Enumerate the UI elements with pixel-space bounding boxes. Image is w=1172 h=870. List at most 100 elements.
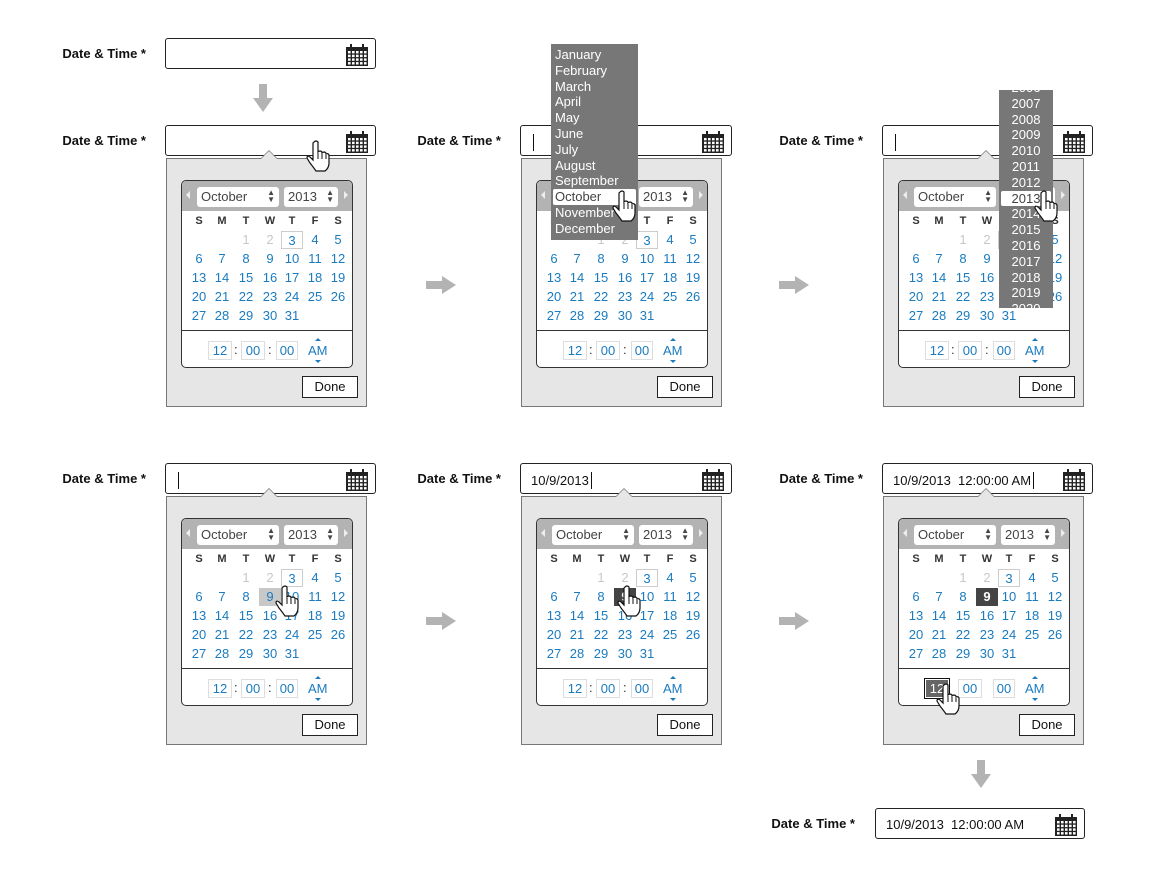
calendar-day[interactable]: 26 [682,288,704,306]
calendar-day[interactable]: 23 [259,288,281,306]
ampm-toggle[interactable]: AM [663,676,683,701]
date-time-input[interactable] [165,38,376,69]
calendar-day[interactable]: 27 [543,307,565,325]
calendar-day[interactable]: 4 [1021,569,1043,587]
calendar-day[interactable]: 18 [1021,607,1043,625]
year-option[interactable]: 2008 [999,112,1053,128]
prev-month-arrow[interactable] [186,529,190,537]
calendar-day[interactable]: 30 [614,645,636,663]
calendar-day[interactable]: 28 [566,645,588,663]
calendar-day[interactable]: 18 [304,269,326,287]
calendar-day[interactable]: 31 [998,645,1020,663]
year-option[interactable]: 2017 [999,254,1053,270]
month-option[interactable]: January [551,47,638,63]
calendar-day[interactable]: 8 [590,250,612,268]
calendar-day[interactable]: 5 [327,231,349,249]
calendar-icon[interactable] [1062,468,1086,497]
calendar-day[interactable]: 16 [614,269,636,287]
calendar-day[interactable]: 9 [976,588,998,606]
calendar-day[interactable]: 24 [281,288,303,306]
ampm-toggle[interactable]: AM [1025,676,1045,701]
year-option[interactable]: 2012 [999,175,1053,191]
calendar-day[interactable]: 14 [566,607,588,625]
calendar-day[interactable]: 8 [952,250,974,268]
calendar-day[interactable]: 30 [259,645,281,663]
calendar-day[interactable]: 20 [905,288,927,306]
calendar-day[interactable]: 19 [327,269,349,287]
calendar-day[interactable]: 28 [211,645,233,663]
prev-month-arrow[interactable] [541,191,545,199]
calendar-day[interactable]: 22 [590,626,612,644]
calendar-icon[interactable] [701,130,725,159]
calendar-day[interactable]: 12 [682,588,704,606]
prev-month-arrow[interactable] [903,191,907,199]
year-option[interactable]: 2010 [999,143,1053,159]
calendar-day[interactable]: 28 [928,307,950,325]
calendar-day[interactable]: 7 [211,588,233,606]
calendar-day[interactable]: 21 [928,626,950,644]
calendar-day[interactable]: 15 [952,607,974,625]
next-month-arrow[interactable] [1061,191,1065,199]
calendar-day[interactable]: 28 [566,307,588,325]
next-month-arrow[interactable] [1061,529,1065,537]
minute-input[interactable]: 00 [596,679,620,698]
calendar-day[interactable]: 15 [590,607,612,625]
year-option[interactable]: 2018 [999,270,1053,286]
year-select[interactable]: 2013 ▲▼ [639,187,693,207]
calendar-day[interactable]: 23 [976,288,998,306]
calendar-day[interactable]: 24 [998,626,1020,644]
calendar-day[interactable]: 12 [1044,588,1066,606]
calendar-day[interactable]: 15 [952,269,974,287]
month-option[interactable]: February [551,63,638,79]
hour-input[interactable]: 12 [208,341,232,360]
calendar-day[interactable]: 15 [590,269,612,287]
calendar-day[interactable]: 27 [905,645,927,663]
calendar-day[interactable]: 5 [1044,569,1066,587]
calendar-day[interactable]: 4 [659,569,681,587]
month-option[interactable]: May [551,110,638,126]
hour-input[interactable]: 12 [925,341,949,360]
calendar-day[interactable]: 8 [235,250,257,268]
calendar-day[interactable]: 16 [259,269,281,287]
calendar-day[interactable]: 24 [636,626,658,644]
year-option[interactable]: 2019 [999,285,1053,301]
calendar-day[interactable]: 30 [259,307,281,325]
calendar-day[interactable]: 26 [327,288,349,306]
calendar-day[interactable]: 6 [188,250,210,268]
second-input[interactable]: 00 [631,341,653,360]
next-month-arrow[interactable] [699,529,703,537]
calendar-day[interactable]: 21 [928,288,950,306]
calendar-day[interactable]: 11 [659,588,681,606]
calendar-day[interactable]: 4 [659,231,681,249]
next-month-arrow[interactable] [699,191,703,199]
ampm-toggle[interactable]: AM [308,676,328,701]
calendar-day[interactable]: 21 [211,288,233,306]
second-input[interactable]: 00 [993,341,1015,360]
calendar-day[interactable]: 18 [304,607,326,625]
calendar-day[interactable]: 24 [281,626,303,644]
calendar-day[interactable]: 21 [566,626,588,644]
calendar-day[interactable]: 7 [928,250,950,268]
second-input[interactable]: 00 [276,341,298,360]
calendar-day[interactable]: 25 [659,626,681,644]
calendar-day[interactable]: 22 [952,288,974,306]
minute-input[interactable]: 00 [241,679,265,698]
calendar-day[interactable]: 6 [543,250,565,268]
calendar-day[interactable]: 13 [905,607,927,625]
calendar-day[interactable]: 13 [543,607,565,625]
calendar-day[interactable]: 12 [682,250,704,268]
calendar-day[interactable]: 29 [590,307,612,325]
calendar-day[interactable]: 21 [211,626,233,644]
month-select[interactable]: October ▲▼ [552,525,634,545]
calendar-day[interactable]: 5 [682,569,704,587]
done-button[interactable]: Done [657,714,713,736]
calendar-day[interactable]: 11 [304,250,326,268]
month-select[interactable]: October ▲▼ [197,187,279,207]
month-option[interactable]: March [551,79,638,95]
calendar-day[interactable]: 16 [976,269,998,287]
calendar-day[interactable]: 11 [659,250,681,268]
calendar-day[interactable]: 12 [327,588,349,606]
month-option[interactable]: August [551,158,638,174]
done-button[interactable]: Done [1019,714,1075,736]
month-option[interactable]: June [551,126,638,142]
